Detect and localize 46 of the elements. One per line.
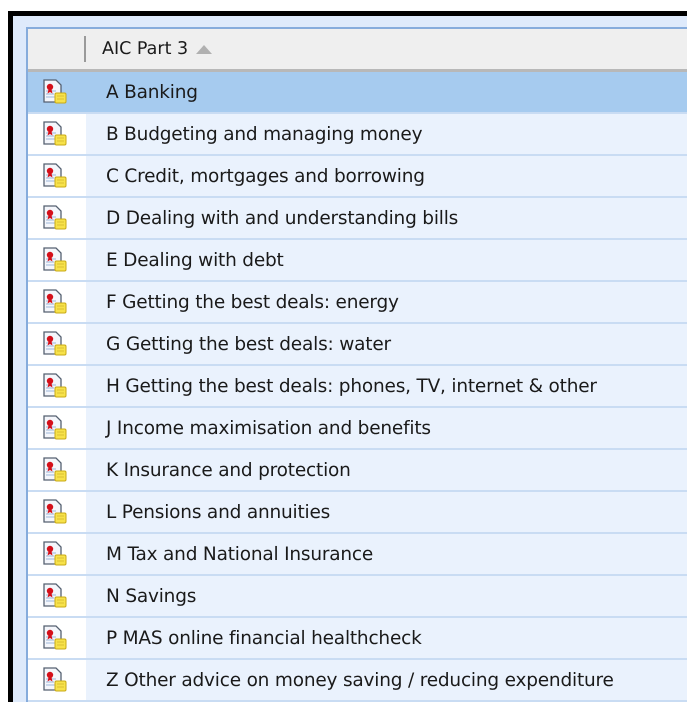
table-row[interactable]: A Banking (28, 72, 687, 114)
document-icon (42, 331, 68, 357)
column-header[interactable]: AIC Part 3 (86, 29, 212, 69)
row-label: Z Other advice on money saving / reducing expenditure (105, 670, 614, 690)
row-label: C Credit, mortgages and borrowing (105, 166, 425, 186)
table-row[interactable]: Z Other advice on money saving / reducing expenditure (28, 660, 687, 702)
document-icon (42, 625, 68, 651)
table-row[interactable]: M Tax and National Insurance (28, 534, 687, 576)
row-label: L Pensions and annuities (105, 502, 330, 522)
table-row[interactable]: F Getting the best deals: energy (28, 282, 687, 324)
document-icon (42, 205, 68, 231)
table-row[interactable]: N Savings (28, 576, 687, 618)
row-label: M Tax and National Insurance (105, 544, 374, 564)
table-row[interactable]: K Insurance and protection (28, 450, 687, 492)
table-row[interactable]: J Income maximisation and benefits (28, 408, 687, 450)
document-icon (42, 541, 68, 567)
document-icon (42, 79, 68, 105)
table-row[interactable]: P MAS online financial healthcheck (28, 618, 687, 660)
table-row[interactable]: C Credit, mortgages and borrowing (28, 156, 687, 198)
document-icon (42, 121, 68, 147)
table-row[interactable]: L Pensions and annuities (28, 492, 687, 534)
row-label: K Insurance and protection (105, 460, 351, 480)
row-label: G Getting the best deals: water (105, 334, 391, 354)
document-icon (42, 499, 68, 525)
table-row[interactable]: H Getting the best deals: phones, TV, internet & other (28, 366, 687, 408)
document-icon (42, 415, 68, 441)
document-icon (42, 289, 68, 315)
row-label: P MAS online financial healthcheck (105, 628, 422, 648)
row-label: D Dealing with and understanding bills (105, 208, 458, 228)
table-row[interactable]: G Getting the best deals: water (28, 324, 687, 366)
table-row[interactable]: D Dealing with and understanding bills (28, 198, 687, 240)
table-row[interactable]: E Dealing with debt (28, 240, 687, 282)
row-label: J Income maximisation and benefits (104, 418, 431, 438)
row-label: B Budgeting and managing money (105, 124, 422, 144)
row-label: N Savings (105, 586, 196, 606)
document-icon (42, 583, 68, 609)
document-icon (42, 247, 68, 273)
document-icon (42, 457, 68, 483)
document-icon (42, 163, 68, 189)
row-label: H Getting the best deals: phones, TV, internet & other (105, 376, 597, 396)
row-label: E Dealing with debt (105, 250, 284, 270)
row-label: A Banking (105, 82, 198, 102)
document-icon (42, 373, 68, 399)
document-icon (42, 667, 68, 693)
table-row[interactable]: B Budgeting and managing money (28, 114, 687, 156)
row-label: F Getting the best deals: energy (105, 292, 399, 312)
